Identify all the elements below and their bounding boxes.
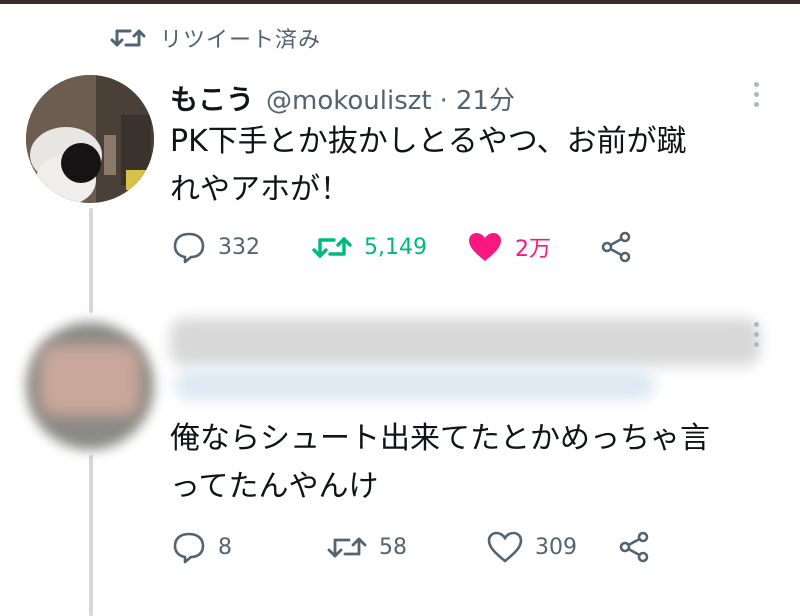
like-count: 2万 (515, 237, 551, 262)
like-button[interactable]: 309 (487, 531, 617, 563)
reply-button[interactable]: 332 (172, 230, 312, 264)
share-icon (617, 530, 651, 564)
retweet-button[interactable]: 5,149 (312, 232, 467, 262)
display-name[interactable]: もこう (170, 78, 254, 118)
share-button[interactable] (617, 530, 651, 564)
retweet-icon (327, 532, 367, 562)
more-options-icon[interactable] (752, 82, 760, 107)
timestamp[interactable]: 21分 (456, 80, 515, 117)
retweet-icon (110, 25, 146, 51)
retweet-button[interactable]: 58 (327, 532, 487, 562)
retweeted-banner: リツイート済み (110, 18, 321, 58)
reply-count: 332 (218, 234, 260, 260)
thread-line (89, 208, 93, 313)
retweet-icon (312, 232, 352, 262)
like-button[interactable]: 2万 (467, 231, 599, 263)
blurred-header (170, 318, 760, 366)
share-button[interactable] (599, 230, 633, 264)
blurred-subheader (175, 370, 655, 400)
share-icon (599, 230, 633, 264)
top-border (0, 0, 800, 4)
reply-icon (172, 530, 206, 564)
heart-outline-icon (487, 531, 523, 563)
like-count: 309 (535, 534, 577, 560)
retweet-count: 58 (379, 534, 407, 560)
retweet-count: 5,149 (364, 234, 427, 260)
tweet-text: 俺ならシュート出来てたとかめっちゃ言 ってたんやんけ (170, 421, 710, 504)
reply-count: 8 (218, 534, 232, 560)
separator-dot: · (439, 86, 448, 116)
tweet-actions: 8 58 309 (172, 530, 651, 564)
heart-filled-icon (467, 231, 503, 263)
blurred-avatar-region (40, 345, 140, 415)
reply-icon (172, 230, 206, 264)
more-options-icon[interactable] (752, 322, 760, 347)
retweeted-label: リツイート済み (160, 28, 322, 53)
tweet-header: もこう @mokouliszt · 21分 (170, 78, 515, 118)
reply-button[interactable]: 8 (172, 530, 327, 564)
tweet-actions: 332 5,149 2万 (172, 230, 633, 264)
tweet-text: PK下手とか抜かしとるやつ、お前が蹴 れやアホが！ (170, 124, 687, 207)
thread-line (89, 455, 93, 616)
user-handle[interactable]: @mokouliszt (266, 86, 432, 116)
avatar[interactable] (26, 75, 154, 203)
